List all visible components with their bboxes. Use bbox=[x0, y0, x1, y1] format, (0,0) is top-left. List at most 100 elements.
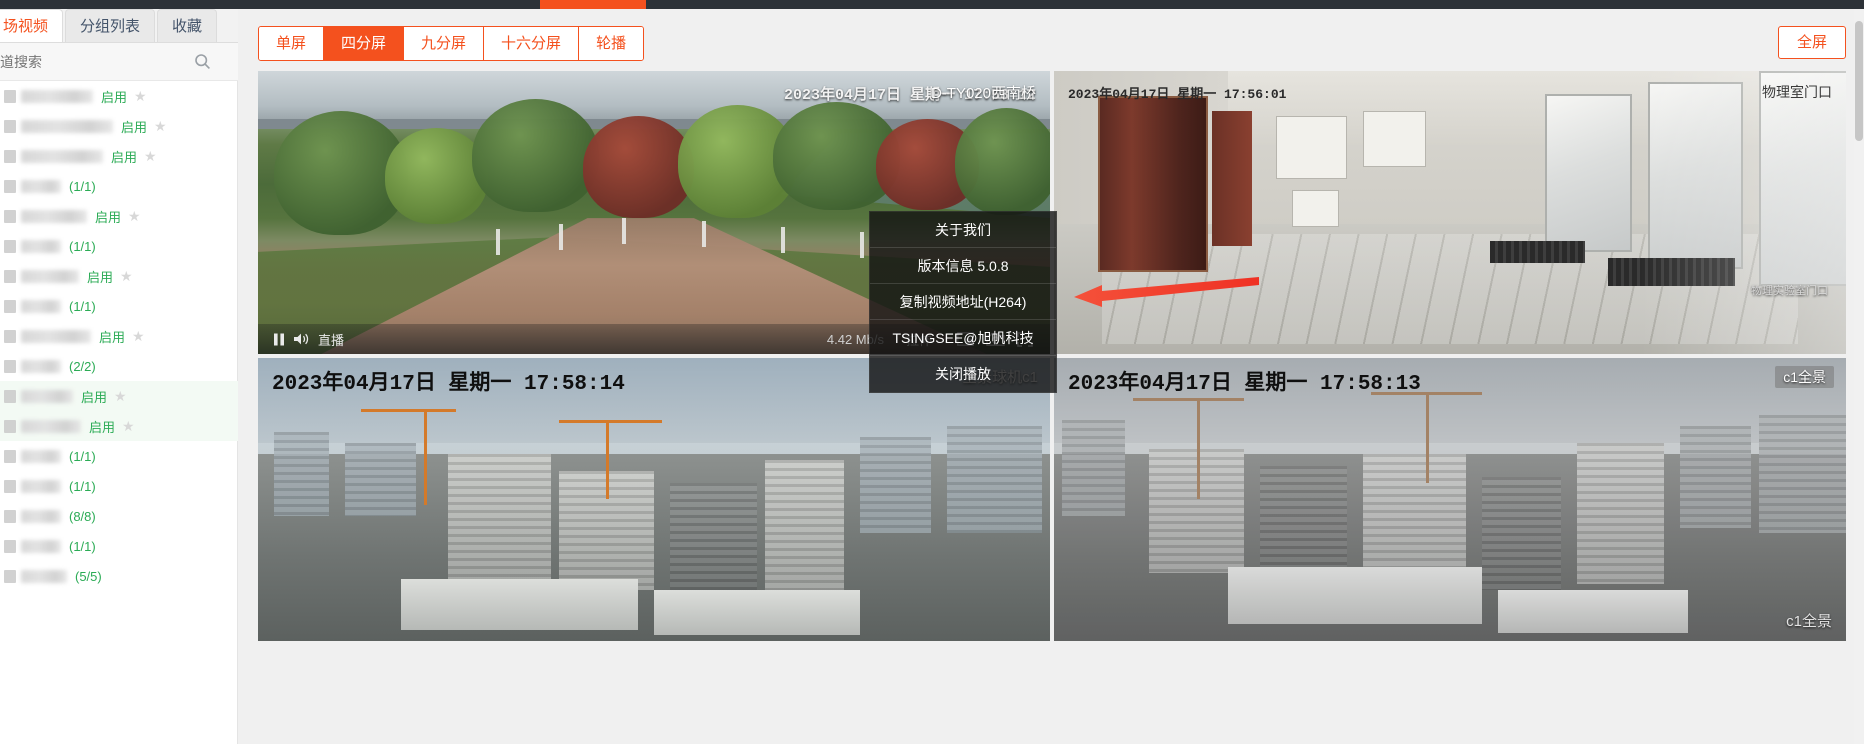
live-label[interactable]: 直播 bbox=[318, 330, 344, 349]
device-icon bbox=[4, 509, 16, 523]
tab-group-list[interactable]: 分组列表 bbox=[65, 9, 156, 42]
device-status-badge: 启用 bbox=[89, 419, 116, 435]
layout-single-button[interactable]: 单屏 bbox=[259, 27, 325, 60]
favorite-star-icon[interactable]: ★ bbox=[120, 268, 133, 285]
device-list-item[interactable]: 启用 ★ bbox=[0, 381, 238, 411]
device-status-badge: 启用 bbox=[99, 329, 126, 345]
page-scrollbar-track[interactable] bbox=[1854, 9, 1864, 744]
layout-quad-label: 四分屏 bbox=[341, 35, 387, 52]
top-bar-active-indicator bbox=[540, 0, 646, 9]
layout-carousel-label: 轮播 bbox=[596, 35, 627, 52]
device-list-item[interactable]: (8/8) bbox=[0, 501, 238, 531]
device-icon bbox=[4, 389, 16, 403]
device-status-badge: 启用 bbox=[111, 149, 138, 165]
device-name-redacted bbox=[21, 239, 61, 253]
device-name-redacted bbox=[21, 299, 61, 313]
device-icon bbox=[4, 269, 16, 283]
layout-nine-button[interactable]: 九分屏 bbox=[404, 27, 485, 60]
search-input[interactable] bbox=[0, 53, 188, 70]
context-menu-item-version[interactable]: 版本信息 5.0.8 bbox=[870, 248, 1056, 284]
device-icon bbox=[4, 149, 16, 163]
device-channel-count: (5/5) bbox=[75, 568, 102, 584]
layout-button-group: 单屏 四分屏 九分屏 十六分屏 轮播 bbox=[258, 26, 645, 61]
layout-carousel-button[interactable]: 轮播 bbox=[579, 27, 644, 60]
device-list-item[interactable]: 启用 ★ bbox=[0, 261, 238, 291]
pause-icon[interactable] bbox=[268, 333, 290, 346]
device-icon bbox=[4, 89, 16, 103]
device-list-item[interactable]: (1/1) bbox=[0, 291, 238, 321]
layout-sixteen-button[interactable]: 十六分屏 bbox=[484, 27, 580, 60]
context-menu-item-about[interactable]: 关于我们 bbox=[870, 212, 1056, 248]
device-name-redacted bbox=[21, 509, 61, 523]
favorite-star-icon[interactable]: ★ bbox=[154, 118, 167, 135]
device-channel-count: (1/1) bbox=[69, 448, 96, 464]
device-name-redacted bbox=[21, 329, 91, 343]
favorite-star-icon[interactable]: ★ bbox=[134, 88, 147, 105]
context-menu-item-version-label: 版本信息 5.0.8 bbox=[917, 258, 1009, 274]
device-name-redacted bbox=[21, 539, 61, 553]
favorite-star-icon[interactable]: ★ bbox=[144, 148, 157, 165]
device-list-item[interactable]: (1/1) bbox=[0, 171, 238, 201]
fullscreen-button[interactable]: 全屏 bbox=[1777, 26, 1846, 59]
page-scrollbar-thumb[interactable] bbox=[1855, 21, 1863, 141]
layout-nine-label: 九分屏 bbox=[421, 35, 467, 52]
device-name-redacted bbox=[21, 269, 79, 283]
context-menu-item-brand-label: TSINGSEE@旭帆科技 bbox=[892, 330, 1034, 346]
device-list-item[interactable]: 启用 ★ bbox=[0, 411, 238, 441]
device-name-redacted bbox=[21, 419, 81, 433]
layout-quad-button[interactable]: 四分屏 bbox=[324, 27, 405, 60]
volume-icon[interactable] bbox=[290, 332, 312, 346]
device-list-item[interactable]: 启用 ★ bbox=[0, 81, 238, 111]
tab-group-list-label: 分组列表 bbox=[80, 18, 141, 35]
device-list-item[interactable]: (2/2) bbox=[0, 351, 238, 381]
device-list-item[interactable]: (1/1) bbox=[0, 471, 238, 501]
device-icon bbox=[4, 359, 16, 373]
favorite-star-icon[interactable]: ★ bbox=[128, 208, 141, 225]
device-name-redacted bbox=[21, 569, 67, 583]
device-channel-count: (2/2) bbox=[69, 358, 96, 374]
search-icon[interactable] bbox=[188, 53, 216, 70]
device-name-redacted bbox=[21, 89, 93, 103]
device-list-item[interactable]: 启用 ★ bbox=[0, 201, 238, 231]
device-list-item[interactable]: 启用 ★ bbox=[0, 141, 238, 171]
device-list-item[interactable]: (1/1) bbox=[0, 531, 238, 561]
context-menu-item-close-play[interactable]: 关闭播放 bbox=[870, 356, 1056, 392]
device-icon bbox=[4, 419, 16, 433]
device-list[interactable]: 启用 ★ 启用 ★ 启用 ★ (1/1) 启用 ★ (1/1) 启用 ★ (1/1) 启用 ★ (2/2) 启用… bbox=[0, 81, 238, 744]
video-cell-2[interactable]: 2023年04月17日 星期一 17:56:01 物理室门口 物理实验室门口 bbox=[1054, 71, 1846, 354]
device-icon bbox=[4, 179, 16, 193]
device-status-badge: 启用 bbox=[81, 389, 108, 405]
device-name-redacted bbox=[21, 479, 61, 493]
device-list-item[interactable]: 启用 ★ bbox=[0, 321, 238, 351]
sidebar: 场视频 分组列表 收藏 启用★启用★启用★(1/1)启用★(1/1)启用★(1/… bbox=[0, 9, 238, 744]
device-list-item[interactable]: (5/5) bbox=[0, 561, 238, 591]
device-icon bbox=[4, 119, 16, 133]
main-content: 单屏 四分屏 九分屏 十六分屏 轮播 全屏 2023年04月17日 星期一 17… bbox=[238, 9, 1864, 744]
tab-favorites[interactable]: 收藏 bbox=[157, 9, 218, 42]
video-cell-4[interactable]: 2023年04月17日 星期一 17:58:13 c1全景 c1全景 bbox=[1054, 358, 1846, 641]
device-list-item[interactable]: (1/1) bbox=[0, 441, 238, 471]
context-menu-item-brand[interactable]: TSINGSEE@旭帆科技 bbox=[870, 320, 1056, 356]
device-list-item[interactable]: (1/1) bbox=[0, 231, 238, 261]
context-menu[interactable]: 关于我们 版本信息 5.0.8 复制视频地址(H264) TSINGSEE@旭帆… bbox=[869, 211, 1057, 393]
tab-live-video[interactable]: 场视频 bbox=[0, 9, 64, 42]
device-status-badge: 启用 bbox=[121, 119, 148, 135]
video-cell-3[interactable]: 2023年04月17日 星期一 17:58:14 全景球机c1 bbox=[258, 358, 1050, 641]
sidebar-tabs: 场视频 分组列表 收藏 bbox=[0, 9, 238, 43]
device-name-redacted bbox=[21, 449, 61, 463]
app-window: 场视频 分组列表 收藏 启用★启用★启用★(1/1)启用★(1/1)启用★(1/… bbox=[0, 0, 1864, 744]
device-status-badge: 启用 bbox=[87, 269, 114, 285]
device-channel-count: (1/1) bbox=[69, 298, 96, 314]
device-list-item[interactable]: 启用 ★ bbox=[0, 111, 238, 141]
favorite-star-icon[interactable]: ★ bbox=[132, 328, 145, 345]
device-channel-count: (1/1) bbox=[69, 238, 96, 254]
favorite-star-icon[interactable]: ★ bbox=[114, 388, 127, 405]
video-stream-3 bbox=[258, 358, 1050, 641]
context-menu-item-close-play-label: 关闭播放 bbox=[935, 366, 991, 382]
device-status-badge: 启用 bbox=[101, 89, 128, 105]
context-menu-item-copy-url[interactable]: 复制视频地址(H264) bbox=[870, 284, 1056, 320]
favorite-star-icon[interactable]: ★ bbox=[122, 418, 135, 435]
layout-single-label: 单屏 bbox=[276, 35, 307, 52]
device-channel-count: (1/1) bbox=[69, 178, 96, 194]
layout-toolbar: 单屏 四分屏 九分屏 十六分屏 轮播 全屏 bbox=[238, 9, 1864, 71]
